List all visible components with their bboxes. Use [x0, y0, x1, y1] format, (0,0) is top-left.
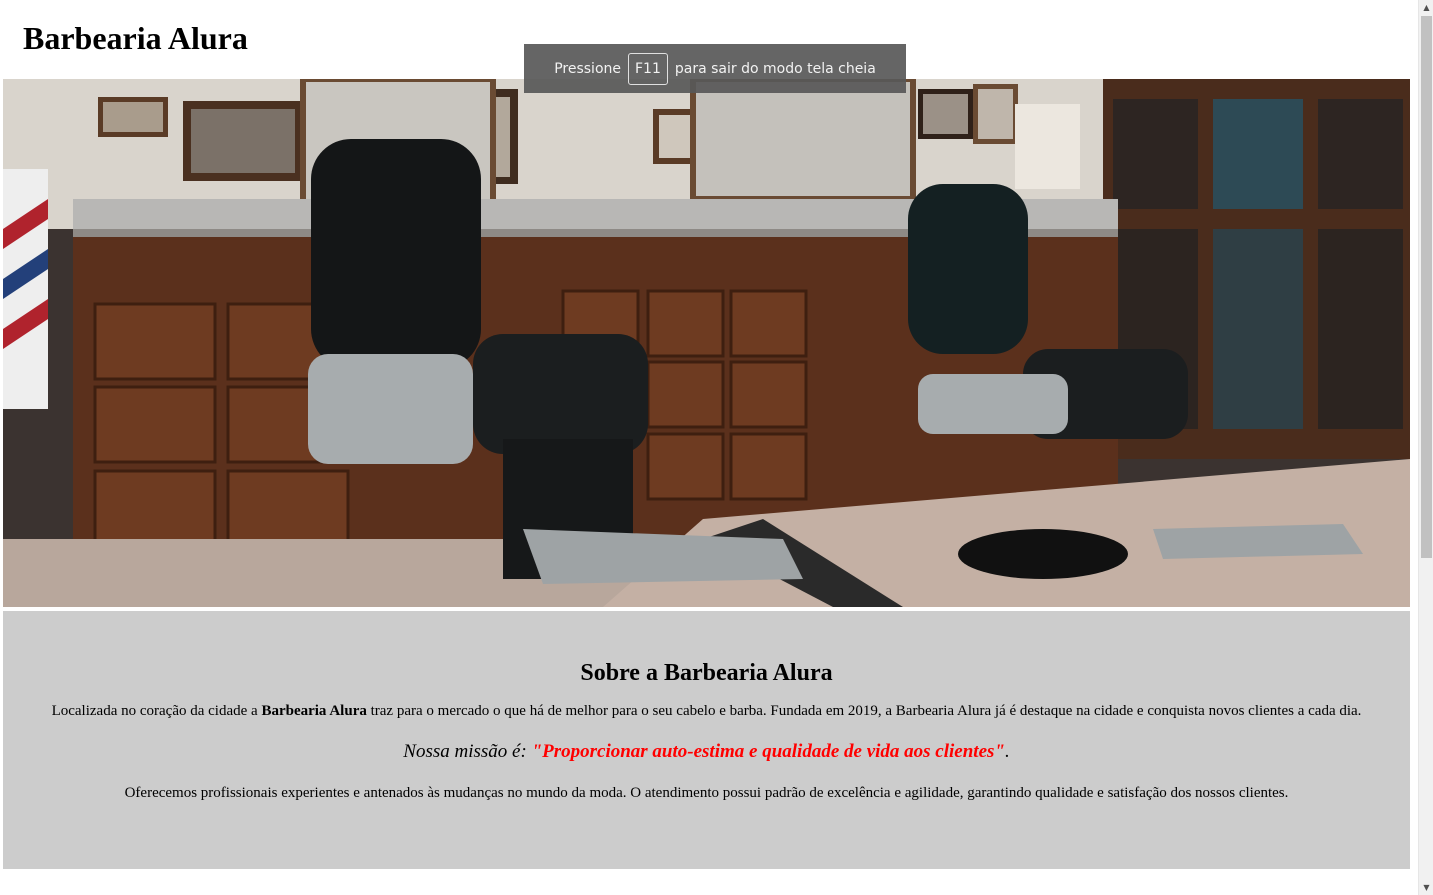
notice-suffix: para sair do modo tela cheia: [674, 60, 876, 77]
vertical-scrollbar[interactable]: ▲ ▼: [1418, 0, 1433, 895]
notice-prefix: Pressione: [554, 60, 621, 77]
about-services: Oferecemos profissionais experientes e a…: [124, 785, 1289, 801]
intro-text-start: Localizada no coração da cidade a: [51, 703, 262, 719]
mission-statement: Nossa missão é: "Proporcionar auto-estim…: [3, 740, 1410, 764]
site-title: Barbearia Alura: [23, 20, 248, 56]
fullscreen-exit-notice: Pressione F11 para sair do modo tela che…: [524, 44, 906, 93]
intro-text-end: traz para o mercado o que há de melhor p…: [366, 703, 1362, 719]
mission-label: Nossa missão é:: [403, 741, 532, 762]
mission-quote: "Proporcionar auto-estima e qualidade de…: [531, 741, 1005, 762]
mission-end: .: [1004, 741, 1010, 762]
intro-brand-name: Barbearia Alura: [261, 703, 367, 719]
scrollbar-thumb[interactable]: [1421, 16, 1432, 558]
chevron-up-icon[interactable]: ▲: [1419, 0, 1433, 15]
about-section: Sobre a Barbearia Alura Localizada no co…: [3, 611, 1410, 869]
chevron-down-icon[interactable]: ▼: [1419, 880, 1433, 895]
about-intro: Localizada no coração da cidade a Barbea…: [38, 702, 1375, 720]
f11-key-badge: F11: [628, 52, 668, 85]
barbershop-photo: [3, 79, 1410, 607]
about-heading: Sobre a Barbearia Alura: [580, 660, 833, 686]
